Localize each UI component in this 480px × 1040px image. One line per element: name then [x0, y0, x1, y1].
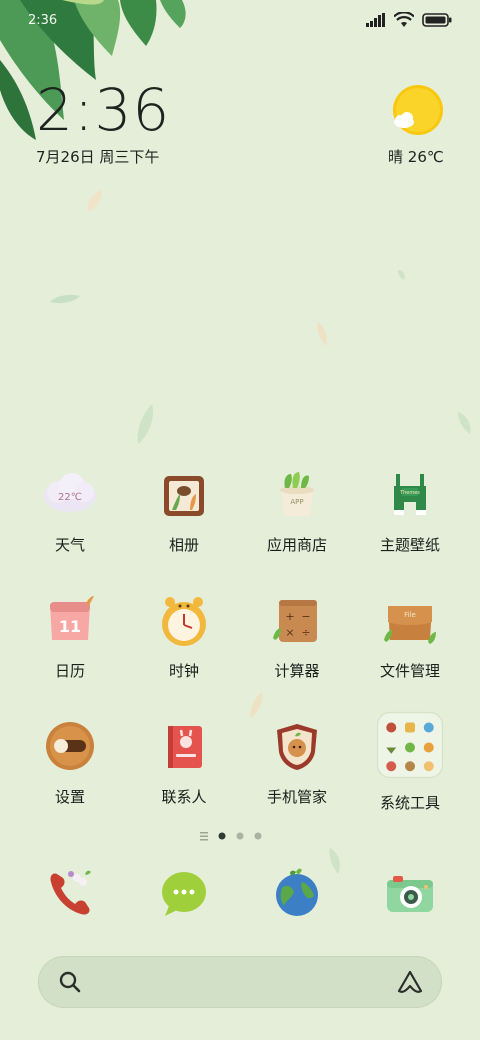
- dock-camera[interactable]: [354, 864, 466, 922]
- app-label: 系统工具: [379, 794, 440, 812]
- app-files[interactable]: File 文件管理: [354, 592, 466, 681]
- page-dot[interactable]: [254, 832, 262, 840]
- dock-messages[interactable]: [128, 864, 240, 922]
- contacts-book-icon: [168, 726, 202, 768]
- security-shield-icon: [277, 724, 317, 770]
- svg-text:+: +: [285, 610, 294, 623]
- signal-icon: [366, 13, 385, 27]
- weather-summary[interactable]: 晴 26℃: [388, 146, 444, 167]
- app-label: 日历: [54, 662, 85, 680]
- wifi-icon: [394, 12, 414, 27]
- assistant-icon[interactable]: [396, 969, 424, 995]
- clock-icon: [162, 597, 206, 646]
- clock-widget-date[interactable]: 7月26日 周三下午: [36, 146, 159, 167]
- page-dot[interactable]: [236, 832, 244, 840]
- app-clock[interactable]: 时钟: [128, 592, 240, 681]
- clock-widget-time[interactable]: 2:36: [36, 76, 170, 144]
- dock-phone[interactable]: [14, 864, 126, 922]
- calendar-icon: 11: [50, 596, 94, 640]
- weather-badge-text: 22℃: [58, 492, 82, 503]
- calendar-badge-text: 11: [59, 617, 81, 636]
- app-label: 计算器: [274, 662, 320, 680]
- app-label: 应用商店: [266, 536, 327, 554]
- battery-icon: [422, 13, 452, 27]
- petal-decoration: [398, 270, 405, 280]
- phone-icon: [50, 870, 91, 915]
- app-calendar[interactable]: 11 日历: [14, 592, 126, 681]
- app-label: 联系人: [161, 788, 207, 806]
- petal-decoration: [317, 322, 327, 346]
- system-tools-folder-icon: [376, 711, 444, 779]
- app-themes[interactable]: Themes 主题壁纸: [354, 466, 466, 555]
- search-icon[interactable]: [58, 970, 82, 994]
- themes-overalls-icon: Themes: [394, 474, 426, 515]
- gallery-icon: [164, 476, 204, 516]
- petal-decoration: [50, 294, 80, 304]
- sun-with-cloud-icon[interactable]: [390, 84, 444, 138]
- app-label: 文件管理: [379, 662, 440, 680]
- menu-lines-icon: [200, 832, 208, 841]
- weather-temperature: 26℃: [407, 148, 444, 166]
- file-folder-icon: File: [384, 606, 436, 644]
- files-badge-text: File: [404, 611, 416, 619]
- settings-toggle-icon: [46, 722, 94, 770]
- app-settings[interactable]: 设置: [14, 718, 126, 807]
- app-system-tools[interactable]: 系统工具: [354, 711, 466, 813]
- svg-text:×: ×: [285, 626, 294, 639]
- page-dot-active[interactable]: [218, 832, 226, 840]
- dock-browser[interactable]: [241, 864, 353, 922]
- weather-condition: 晴: [388, 148, 404, 166]
- status-time: 2:36: [28, 13, 58, 28]
- petal-decoration: [250, 692, 263, 718]
- status-bar: 2:36: [0, 0, 480, 42]
- app-store-icon: APP: [280, 472, 314, 516]
- svg-text:÷: ÷: [301, 626, 310, 639]
- app-gallery[interactable]: 相册: [128, 466, 240, 555]
- app-label: 设置: [54, 788, 85, 806]
- app-label: 手机管家: [266, 788, 327, 806]
- app-security[interactable]: 手机管家: [241, 718, 353, 807]
- petal-decoration: [137, 404, 154, 444]
- app-calculator[interactable]: + − × ÷ 计算器: [241, 592, 353, 681]
- page-indicator[interactable]: [0, 830, 480, 842]
- app-contacts[interactable]: 联系人: [128, 718, 240, 807]
- app-store[interactable]: APP 应用商店: [241, 466, 353, 555]
- weather-cloud-icon: 22℃: [44, 473, 96, 512]
- app-label: 时钟: [168, 662, 199, 680]
- app-store-badge-text: APP: [290, 498, 303, 506]
- app-label: 天气: [54, 536, 85, 554]
- app-weather[interactable]: 22℃ 天气: [14, 466, 126, 555]
- calculator-icon: + − × ÷: [273, 600, 317, 642]
- petal-decoration: [458, 412, 471, 434]
- messages-icon: [162, 872, 206, 916]
- app-label: 相册: [168, 536, 199, 554]
- camera-icon: [387, 876, 433, 912]
- svg-text:−: −: [301, 610, 310, 623]
- themes-badge-text: Themes: [399, 490, 420, 496]
- browser-globe-icon: [276, 868, 318, 916]
- search-bar[interactable]: [38, 956, 442, 1008]
- app-label: 主题壁纸: [379, 536, 440, 554]
- petal-decoration: [87, 190, 102, 212]
